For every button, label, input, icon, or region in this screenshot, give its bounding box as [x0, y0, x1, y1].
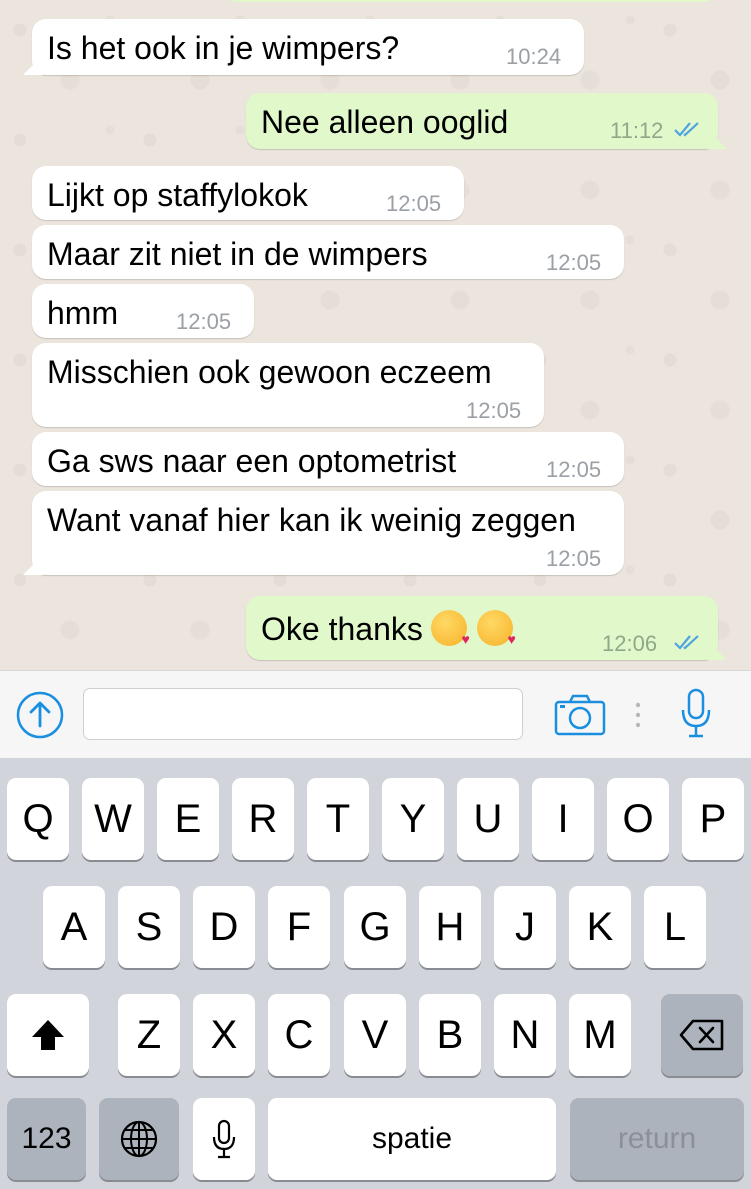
bubble-tail [707, 129, 727, 149]
message-text: Misschien ook gewoon eczeem [47, 354, 492, 390]
key-p[interactable]: P [682, 778, 744, 860]
message-time: 10:24 [506, 44, 562, 69]
read-ticks-icon [674, 635, 699, 650]
key-r[interactable]: R [232, 778, 294, 860]
globe-icon [120, 1120, 158, 1158]
backspace-key[interactable] [661, 994, 743, 1076]
space-key[interactable]: spatie [268, 1098, 556, 1180]
key-v[interactable]: V [344, 994, 406, 1076]
microphone-icon [212, 1119, 236, 1159]
key-u[interactable]: U [457, 778, 519, 860]
message-time: 12:05 [546, 546, 602, 571]
message-text: hmm [47, 295, 119, 331]
key-y[interactable]: Y [382, 778, 444, 860]
outgoing-message[interactable]: Nee alleen ooglid 11:12 [246, 93, 727, 149]
previous-message-bubble [225, 0, 715, 2]
message-text-body: Oke thanks [261, 611, 423, 647]
key-j[interactable]: J [494, 886, 556, 968]
message-input[interactable] [83, 688, 523, 740]
more-dots-icon [635, 702, 641, 728]
message-text: Lijkt op staffylokok [47, 177, 308, 213]
key-l[interactable]: L [644, 886, 706, 968]
message-text: Oke thanks [261, 610, 516, 648]
outgoing-message[interactable]: Oke thanks 12:06 [246, 596, 727, 660]
message-text: Maar zit niet in de wimpers [47, 236, 428, 272]
key-c[interactable]: C [268, 994, 330, 1076]
return-key[interactable]: return [570, 1098, 744, 1180]
key-m[interactable]: M [569, 994, 631, 1076]
key-g[interactable]: G [344, 886, 406, 968]
message-time: 12:05 [546, 250, 602, 275]
bubble-tail [23, 55, 43, 75]
key-e[interactable]: E [157, 778, 219, 860]
key-a[interactable]: A [43, 886, 105, 968]
face-throwing-kiss-icon [430, 610, 470, 647]
backspace-icon [679, 1019, 724, 1051]
incoming-message[interactable]: Ga sws naar een optometrist 12:05 [32, 432, 624, 486]
message-time: 12:05 [546, 457, 602, 482]
chat-area[interactable]: Is het ook in je wimpers? 10:24 Nee alle… [0, 0, 751, 670]
key-x[interactable]: X [193, 994, 255, 1076]
shift-arrow-icon [32, 1020, 64, 1050]
upload-arrow-icon[interactable] [16, 691, 64, 739]
key-n[interactable]: N [494, 994, 556, 1076]
incoming-message[interactable]: Misschien ook gewoon eczeem 12:05 [32, 343, 544, 427]
read-ticks-icon [674, 122, 699, 137]
message-text: Ga sws naar een optometrist [47, 443, 457, 479]
key-f[interactable]: F [268, 886, 330, 968]
shift-key[interactable] [7, 994, 89, 1076]
numbers-key[interactable]: 123 [7, 1098, 86, 1180]
key-h[interactable]: H [419, 886, 481, 968]
key-i[interactable]: I [532, 778, 594, 860]
key-z[interactable]: Z [118, 994, 180, 1076]
incoming-message[interactable]: hmm 12:05 [32, 284, 254, 338]
incoming-message[interactable]: Want vanaf hier kan ik weinig zeggen 12:… [23, 491, 624, 575]
key-k[interactable]: K [569, 886, 631, 968]
bubble-tail [23, 555, 43, 575]
key-o[interactable]: O [607, 778, 669, 860]
message-time: 12:05 [386, 191, 442, 216]
bubble-tail [707, 640, 727, 660]
message-text: Is het ook in je wimpers? [47, 30, 400, 66]
key-d[interactable]: D [193, 886, 255, 968]
dictation-key[interactable] [193, 1098, 255, 1180]
message-time: 12:05 [176, 309, 232, 334]
message-time: 11:12 [610, 118, 664, 143]
message-time: 12:06 [602, 631, 658, 656]
key-q[interactable]: Q [7, 778, 69, 860]
incoming-message[interactable]: Maar zit niet in de wimpers 12:05 [32, 225, 624, 279]
message-input-bar [0, 670, 751, 759]
message-text: Want vanaf hier kan ik weinig zeggen [47, 502, 576, 538]
key-w[interactable]: W [82, 778, 144, 860]
incoming-message[interactable]: Lijkt op staffylokok 12:05 [32, 166, 464, 220]
message-time: 12:05 [466, 398, 522, 423]
face-throwing-kiss-icon [476, 610, 516, 647]
message-text: Nee alleen ooglid [261, 104, 509, 140]
microphone-icon[interactable] [680, 687, 712, 739]
key-t[interactable]: T [307, 778, 369, 860]
keyboard: Q W E R T Y U I O P A S D F G H J K L Z … [0, 758, 751, 1189]
key-b[interactable]: B [419, 994, 481, 1076]
incoming-message[interactable]: Is het ook in je wimpers? 10:24 [23, 19, 584, 75]
globe-key[interactable] [99, 1098, 179, 1180]
camera-icon[interactable] [553, 693, 607, 737]
key-s[interactable]: S [118, 886, 180, 968]
